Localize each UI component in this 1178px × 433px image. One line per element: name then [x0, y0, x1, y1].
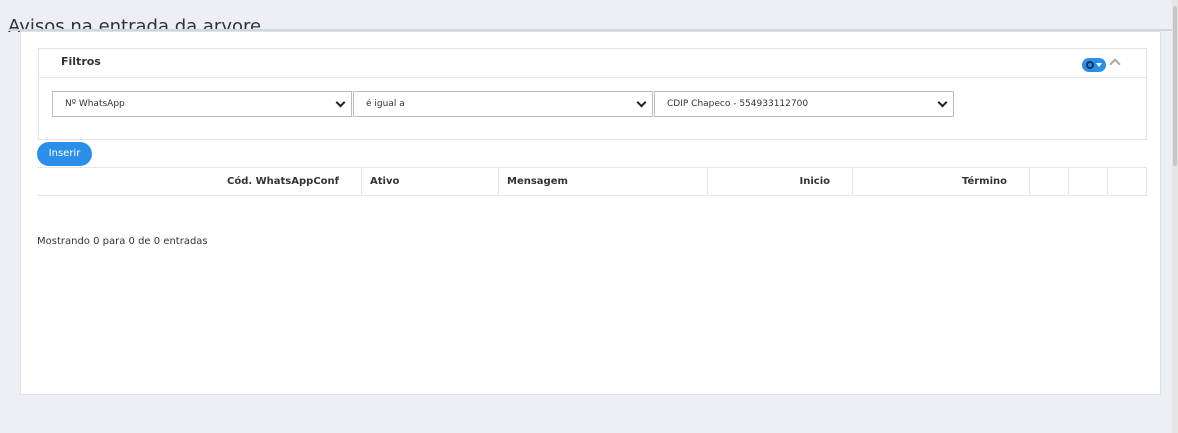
table-info: Mostrando 0 para 0 de 0 entradas	[37, 236, 208, 247]
gear-icon	[1086, 61, 1094, 69]
filter-options-button[interactable]	[1082, 58, 1106, 72]
filters-header: Filtros	[39, 49, 1146, 78]
caret-down-icon	[1096, 63, 1102, 67]
column-header-termino[interactable]: Término	[853, 168, 1030, 195]
insert-button[interactable]: Inserir	[37, 142, 92, 166]
filter-operator-select[interactable]: é igual a	[353, 91, 653, 117]
column-header-mensagem[interactable]: Mensagem	[499, 168, 708, 195]
filters-box: Filtros Nº WhatsApp é igual a CDIP Chape…	[38, 48, 1147, 140]
page-scrollbar[interactable]	[1172, 0, 1178, 433]
filter-value-select[interactable]: CDIP Chapeco - 554933112700	[654, 91, 954, 117]
scrollbar-thumb[interactable]	[1173, 6, 1177, 166]
chevron-down-icon	[937, 97, 948, 108]
column-header-action-3	[1108, 168, 1147, 195]
chevron-down-icon	[636, 97, 647, 108]
column-header-action-2	[1069, 168, 1108, 195]
column-header-cod[interactable]: Cód. WhatsAppConf	[37, 168, 362, 195]
chevron-down-icon	[335, 97, 346, 108]
filter-value-value: CDIP Chapeco - 554933112700	[667, 99, 809, 109]
column-header-ativo[interactable]: Ativo	[362, 168, 499, 195]
filter-field-value: Nº WhatsApp	[65, 99, 125, 109]
filters-title: Filtros	[61, 55, 101, 68]
main-panel: Filtros Nº WhatsApp é igual a CDIP Chape…	[20, 31, 1161, 395]
filter-operator-value: é igual a	[366, 99, 405, 109]
column-header-inicio[interactable]: Inicio	[708, 168, 853, 195]
filter-field-select[interactable]: Nº WhatsApp	[52, 91, 352, 117]
table-header: Cód. WhatsAppConf Ativo Mensagem Inicio …	[37, 167, 1147, 196]
column-header-action-1	[1030, 168, 1069, 195]
chevron-up-icon[interactable]	[1109, 58, 1121, 70]
